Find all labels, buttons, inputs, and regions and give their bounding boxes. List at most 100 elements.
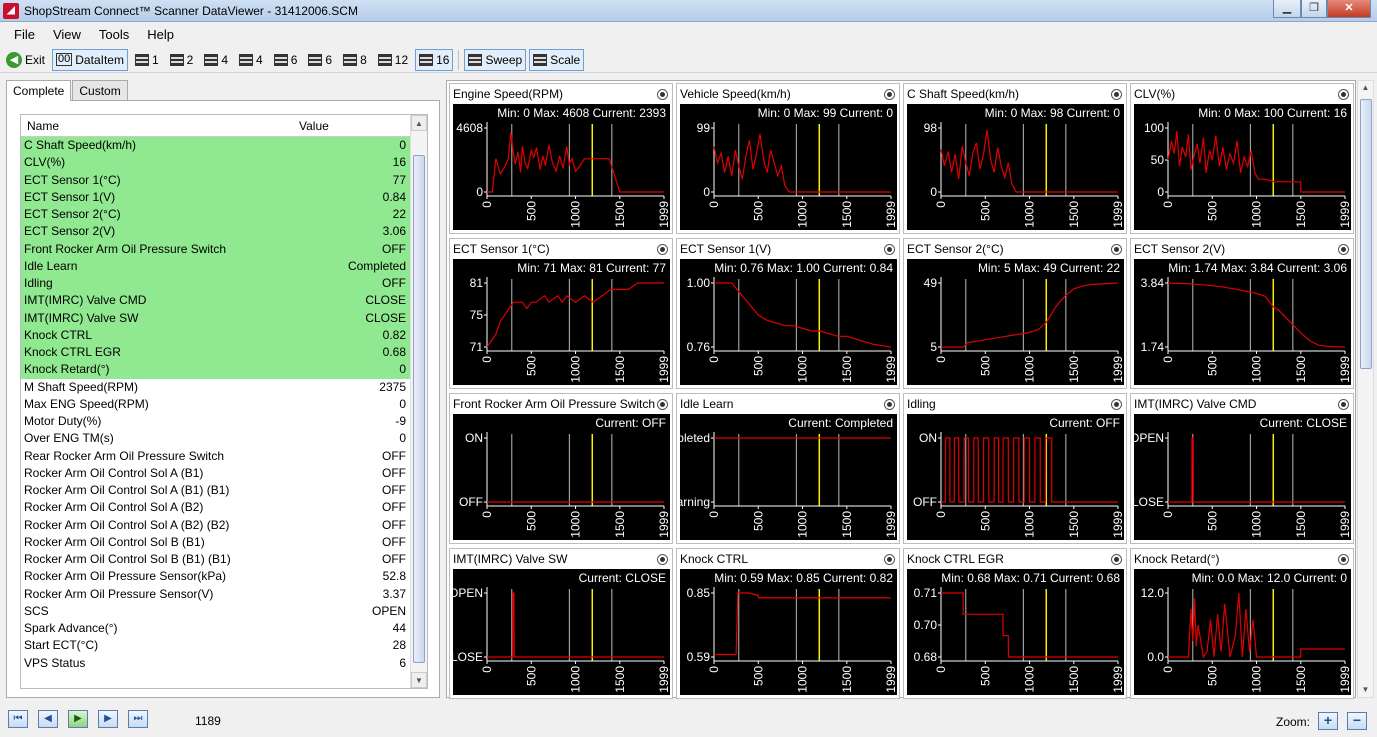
chart-select-radio-icon[interactable] [884,399,895,410]
table-row[interactable]: Rocker Arm Oil Control Sol A (B2) (B2) OF… [21,517,411,534]
table-row[interactable]: ECT Sensor 1(°C) 77 [21,171,411,189]
chart-tile[interactable]: Knock Retard(°) Min: 0.0 Max: 12.0 Curren… [1130,548,1354,699]
charts-scroll-up-icon[interactable]: ▲ [1358,81,1373,95]
grid-scrollbar[interactable]: ▲ ▼ [410,115,427,688]
table-row[interactable]: Rocker Arm Oil Control Sol A (B1) OFF [21,465,411,482]
chart-tile[interactable]: ECT Sensor 2(°C) Min: 5 Max: 49 Current: … [903,238,1127,389]
chart-tile[interactable]: C Shaft Speed(km/h) Min: 0 Max: 98 Curren… [903,83,1127,234]
table-row[interactable]: ECT Sensor 2(V) 3.06 [21,223,411,241]
table-row[interactable]: Knock Retard(°) 0 [21,361,411,379]
close-button[interactable]: ✕ [1327,0,1371,18]
charts-scrollbar[interactable]: ▲ ▼ [1357,80,1374,698]
first-frame-button[interactable]: ⏮ [8,710,28,728]
minimize-button[interactable]: ▁ [1273,0,1301,18]
table-row[interactable]: Front Rocker Arm Oil Pressure Switch OFF [21,240,411,258]
table-row[interactable]: Start ECT(°C) 28 [21,637,411,654]
table-row[interactable]: Over ENG TM(s) 0 [21,430,411,447]
column-header-name[interactable]: Name [21,115,293,136]
scale-button[interactable]: Scale [529,48,585,71]
scroll-thumb[interactable] [413,155,425,663]
charts-scroll-down-icon[interactable]: ▼ [1358,683,1373,697]
layout-6a-button[interactable]: 6 [270,49,302,71]
table-row[interactable]: Rocker Arm Oil Control Sol B (B1) (B1) OF… [21,551,411,568]
table-row[interactable]: Idling OFF [21,275,411,293]
chart-select-radio-icon[interactable] [884,244,895,255]
chart-select-radio-icon[interactable] [657,399,668,410]
chart-select-radio-icon[interactable] [1111,244,1122,255]
table-row[interactable]: Knock CTRL EGR 0.68 [21,344,411,362]
dataitem-button[interactable]: 00 DataItem [52,48,128,71]
layout-4a-button[interactable]: 4 [200,49,232,71]
next-frame-button[interactable]: ▶ [98,710,118,728]
chart-select-radio-icon[interactable] [1338,244,1349,255]
maximize-button[interactable]: ❐ [1301,0,1327,18]
table-row[interactable]: Rocker Arm Oil Control Sol A (B2) OFF [21,499,411,516]
table-row[interactable]: Rocker Arm Oil Pressure Sensor(kPa) 52.8 [21,568,411,585]
scroll-down-icon[interactable]: ▼ [411,672,427,688]
prev-frame-button[interactable]: ◀ [38,710,58,728]
table-row[interactable]: Motor Duty(%) -9 [21,413,411,430]
chart-tile[interactable]: CLV(%) Min: 0 Max: 100 Current: 16 100 50 0 0… [1130,83,1354,234]
exit-button[interactable]: ◀ Exit [2,49,49,71]
table-row[interactable]: Rocker Arm Oil Control Sol A (B1) (B1) OF… [21,482,411,499]
play-button[interactable]: ▶ [68,710,88,728]
chart-select-radio-icon[interactable] [657,554,668,565]
column-header-value[interactable]: Value [293,115,335,136]
menu-help[interactable]: Help [139,24,182,44]
table-row[interactable]: Spark Advance(°) 44 [21,620,411,637]
table-row[interactable]: C Shaft Speed(km/h) 0 [21,137,411,155]
layout-16-button[interactable]: 16 [415,48,454,71]
table-row[interactable]: IMT(IMRC) Valve CMD CLOSE [21,292,411,310]
chart-tile[interactable]: ECT Sensor 1(°C) Min: 71 Max: 81 Current:… [449,238,673,389]
chart-tile[interactable]: Idling Current: OFF ON OFF 0 500 1000 1500 1999 [903,393,1127,544]
chart-tile[interactable]: Vehicle Speed(km/h) Min: 0 Max: 99 Curren… [676,83,900,234]
scroll-up-icon[interactable]: ▲ [411,115,427,131]
menu-tools[interactable]: Tools [91,24,137,44]
layout-6b-button[interactable]: 6 [304,49,336,71]
table-row[interactable]: Max ENG Speed(RPM) 0 [21,396,411,413]
chart-tile[interactable]: Front Rocker Arm Oil Pressure Switch Curr… [449,393,673,544]
table-row[interactable]: ECT Sensor 2(°C) 22 [21,206,411,224]
chart-select-radio-icon[interactable] [1338,89,1349,100]
tab-custom[interactable]: Custom [72,80,128,100]
charts-scroll-thumb[interactable] [1360,99,1372,369]
chart-tile[interactable]: Idle Learn Current: Completed Completed Lea… [676,393,900,544]
chart-tile[interactable]: Knock CTRL EGR Min: 0.68 Max: 0.71 Curren… [903,548,1127,699]
table-row[interactable]: Idle Learn Completed [21,257,411,275]
chart-select-radio-icon[interactable] [1338,399,1349,410]
layout-2-button[interactable]: 2 [166,49,198,71]
sweep-button[interactable]: Sweep [464,48,527,71]
menu-view[interactable]: View [45,24,89,44]
chart-select-radio-icon[interactable] [1111,89,1122,100]
table-row[interactable]: Rocker Arm Oil Control Sol B (B1) OFF [21,534,411,551]
chart-select-radio-icon[interactable] [657,89,668,100]
chart-tile[interactable]: IMT(IMRC) Valve CMDCurrent: CLOSE OPEN CLO… [1130,393,1354,544]
last-frame-button[interactable]: ⏭ [128,710,148,728]
zoom-out-icon[interactable]: − [1347,712,1367,730]
tab-complete[interactable]: Complete [6,80,72,101]
chart-tile[interactable]: ECT Sensor 2(V) Min: 1.74 Max: 3.84 Curre… [1130,238,1354,389]
chart-select-radio-icon[interactable] [884,89,895,100]
table-row[interactable]: CLV(%) 16 [21,154,411,172]
table-row[interactable]: Rear Rocker Arm Oil Pressure Switch OFF [21,448,411,465]
layout-8-button[interactable]: 8 [339,49,371,71]
table-row[interactable]: Knock CTRL 0.82 [21,326,411,344]
table-row[interactable]: VPS Status 6 [21,655,411,672]
menu-file[interactable]: File [6,24,43,44]
chart-select-radio-icon[interactable] [884,554,895,565]
chart-select-radio-icon[interactable] [1338,554,1349,565]
chart-select-radio-icon[interactable] [1111,554,1122,565]
table-row[interactable]: Rocker Arm Oil Pressure Sensor(V) 3.37 [21,586,411,603]
chart-tile[interactable]: Engine Speed(RPM) Min: 0 Max: 4608 Curren… [449,83,673,234]
table-row[interactable]: M Shaft Speed(RPM) 2375 [21,379,411,396]
layout-1-button[interactable]: 1 [131,49,163,71]
zoom-in-icon[interactable]: + [1318,712,1338,730]
table-row[interactable]: IMT(IMRC) Valve SW CLOSE [21,309,411,327]
table-row[interactable]: SCS OPEN [21,603,411,620]
chart-select-radio-icon[interactable] [657,244,668,255]
chart-tile[interactable]: Knock CTRL Min: 0.59 Max: 0.85 Current: 0… [676,548,900,699]
layout-4b-button[interactable]: 4 [235,49,267,71]
chart-tile[interactable]: IMT(IMRC) Valve SW Current: CLOSE OPEN CLOS… [449,548,673,699]
chart-tile[interactable]: ECT Sensor 1(V) Min: 0.76 Max: 1.00 Curre… [676,238,900,389]
layout-12-button[interactable]: 12 [374,49,412,71]
